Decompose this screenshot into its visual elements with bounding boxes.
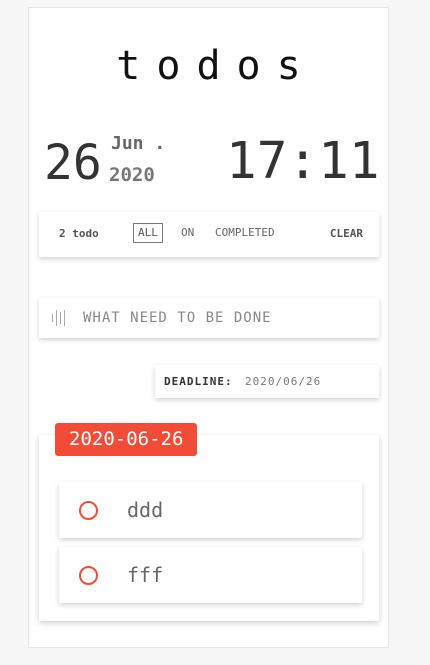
deadline-value[interactable]: 2020/06/26 [245,365,321,398]
clear-button[interactable]: CLEAR [330,227,363,240]
filter-completed-button[interactable]: COMPLETED [210,223,280,243]
clock-month: Jun . [111,133,166,154]
todo-app: todos 26 Jun . 2020 17:11 2 todo ALL ON … [28,7,389,648]
bars-icon [52,309,70,327]
clock-day: 26 [44,135,102,191]
todo-count: 2 todo [59,227,99,240]
todo-group: ddd fff [39,435,379,621]
todo-text: fff [127,563,164,587]
filter-bar: 2 todo ALL ON COMPLETED CLEAR [39,212,379,257]
todo-item[interactable]: ddd [59,482,362,538]
complete-toggle-icon[interactable] [79,566,98,585]
filter-all-button[interactable]: ALL [133,223,163,243]
todo-text: ddd [127,498,164,522]
new-todo-bar [39,298,379,338]
deadline-label: DEADLINE: [164,375,233,388]
new-todo-input[interactable] [83,298,363,338]
clock-year: 2020 [109,164,155,186]
complete-toggle-icon[interactable] [79,501,98,520]
app-title: todos [116,43,317,89]
deadline-field[interactable]: DEADLINE: 2020/06/26 [155,365,379,398]
group-date-badge: 2020-06-26 [55,423,198,456]
todo-item[interactable]: fff [59,547,362,603]
filter-on-button[interactable]: ON [176,223,199,243]
clock-time: 17:11 [226,132,380,191]
